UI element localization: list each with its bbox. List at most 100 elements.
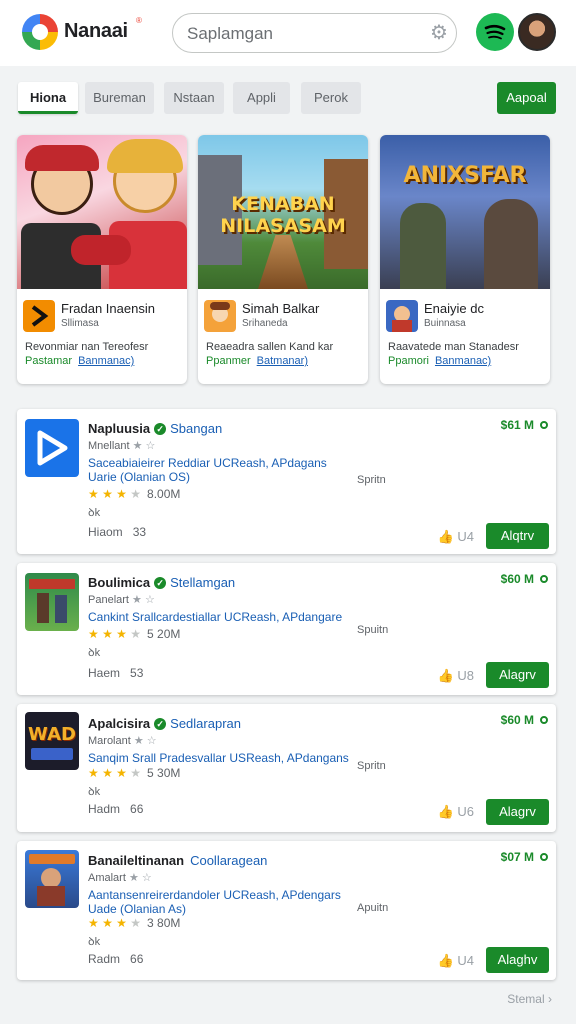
tab-bureman[interactable]: Bureman xyxy=(85,82,154,114)
verified-check-icon: ✓ xyxy=(154,577,167,589)
featured-image xyxy=(17,135,187,289)
price-status-icon xyxy=(540,716,548,724)
app-price: $61 M xyxy=(501,418,548,432)
likes[interactable]: 👍 U4 xyxy=(438,529,474,545)
tab-nstaan[interactable]: Nstaan xyxy=(164,82,224,114)
app-subtitle: Sbangan xyxy=(170,421,223,436)
app-subtitle: Stellamgan xyxy=(170,575,236,590)
app-name: Apalcisira xyxy=(88,716,151,731)
platform-label: Spuitn xyxy=(357,624,389,636)
app-developer: Amalart ★ ☆ xyxy=(88,871,152,884)
download-count: 5 20M xyxy=(147,627,181,641)
search-input[interactable] xyxy=(187,23,417,45)
meta-label: Haem xyxy=(88,666,121,680)
gear-icon[interactable]: ⚙ xyxy=(428,22,450,44)
app-list-item[interactable]: Napluusia ✓ Sbangan Mnellant ★ ☆ Saceabiai… xyxy=(17,409,556,554)
download-count: 3 80M xyxy=(147,916,181,930)
user-avatar[interactable] xyxy=(518,13,556,51)
search-bar[interactable]: ⚙ xyxy=(172,13,457,53)
app-list-item[interactable]: Boulimica ✓ Stellamgan Panelart ★ ☆ Cankin… xyxy=(17,563,556,695)
app-name: Napluusia xyxy=(88,421,151,436)
platform-label: Apuitn xyxy=(357,902,389,914)
featured-card[interactable]: Fradan Inaensin Sllimasa Revonmiar nan T… xyxy=(17,135,187,384)
meta-label: Radm xyxy=(88,952,121,966)
likes[interactable]: 👍 U6 xyxy=(438,804,474,820)
featured-card[interactable]: ANIXSFAR Enaiyie dc Buinnasa Raavatede m… xyxy=(380,135,550,384)
featured-price-label: Ppamori xyxy=(388,355,429,367)
likes[interactable]: 👍 U8 xyxy=(438,668,474,684)
description-line: Uarie (Olanian OS) xyxy=(88,470,191,484)
app-description: Cankint Srallcardestiallar UCReash, APda… xyxy=(88,610,342,624)
featured-link[interactable]: Banmanac) xyxy=(78,355,134,367)
app-name: Banaileltinanan xyxy=(88,853,185,868)
description-line: Saceabiaieirer Reddiar UCReash, APdagans xyxy=(88,456,327,470)
featured-image-title: ANIXSFAR xyxy=(403,163,527,188)
tab-perok[interactable]: Perok xyxy=(301,82,361,114)
app-title: Apalcisira ✓ Sedlarapran xyxy=(88,716,241,731)
featured-app-name: Simah Balkar xyxy=(242,301,320,316)
chevron-right-icon: › xyxy=(548,992,552,1006)
app-developer: Mnellant ★ ☆ xyxy=(88,439,155,452)
app-price: $07 M xyxy=(501,850,548,864)
featured-image: ANIXSFAR xyxy=(380,135,550,289)
developer-name: Marolant xyxy=(88,735,131,747)
description-line: Cankint Srallcardestiallar UCReash, APda… xyxy=(88,610,343,624)
featured-app-name: Enaiyie dc xyxy=(424,301,484,316)
app-logo-icon[interactable] xyxy=(22,14,58,50)
price-value: $60 M xyxy=(500,572,534,586)
verified-check-icon: ✓ xyxy=(154,718,167,730)
developer-name: Panelart xyxy=(88,594,129,606)
tab-appli[interactable]: Appli xyxy=(233,82,290,114)
age-rating: ꝺk xyxy=(88,647,101,659)
spotify-icon[interactable] xyxy=(476,13,514,51)
featured-app-name: Fradan Inaensin xyxy=(61,301,155,316)
install-button[interactable]: Alagrv xyxy=(486,662,549,688)
developer-name: Mnellant xyxy=(88,440,130,452)
featured-image-title: KENABAN NILASASAM xyxy=(220,193,346,237)
likes[interactable]: 👍 U4 xyxy=(438,953,474,969)
featured-link[interactable]: Batmanar) xyxy=(257,355,308,367)
featured-app-description: Revonmiar nan Tereofesr xyxy=(25,341,149,353)
app-price: $60 M xyxy=(501,572,548,586)
app-subtitle: Sedlarapran xyxy=(170,716,241,731)
app-description: Sanqim Srall Pradesvallar USReash, APdan… xyxy=(88,751,349,765)
age-rating: ꝺk xyxy=(88,936,101,948)
rating-star-icon: ★ ☆ xyxy=(132,440,156,452)
game-logo-icon: WAD xyxy=(25,712,79,770)
description-line: Sanqim Srall Pradesvallar USReash, APdan… xyxy=(88,751,349,765)
featured-link[interactable]: Banmanac) xyxy=(435,355,491,367)
platform-label: Spritn xyxy=(357,760,386,772)
install-button[interactable]: Alagrv xyxy=(486,799,549,825)
tab-hiona[interactable]: Hiona xyxy=(18,82,78,114)
install-button[interactable]: Alaghv xyxy=(486,947,549,973)
tab-action-button[interactable]: Aapoal xyxy=(497,82,556,114)
meta-label: Hadm xyxy=(88,802,121,816)
featured-app-price: Pastamar Banmanac) xyxy=(25,355,134,367)
thumbs-up-icon: 👍 xyxy=(437,804,454,819)
install-button[interactable]: Alqtrv xyxy=(486,523,549,549)
featured-app-developer: Buinnasa xyxy=(424,318,466,329)
likes-count: U4 xyxy=(457,529,474,544)
featured-image: KENABAN NILASASAM xyxy=(198,135,368,289)
app-developer: Panelart ★ ☆ xyxy=(88,593,155,606)
app-description: Saceabiaieirer Reddiar UCReash, APdagans… xyxy=(88,456,327,484)
rating-stars: ★ ★ ★ ★ 5 20M xyxy=(88,627,181,641)
app-meta: Radm 66 xyxy=(88,952,143,966)
app-meta: Hiaom 33 xyxy=(88,525,146,539)
thumbs-up-icon: 👍 xyxy=(437,953,454,968)
rating-stars: ★ ★ ★ ★ 8.00M xyxy=(88,487,181,501)
developer-name: Amalart xyxy=(88,872,126,884)
app-list-item[interactable]: Banaileltinanan Coollaragean Amalart ★ ☆ … xyxy=(17,841,556,980)
play-icon xyxy=(25,419,79,477)
play-icon xyxy=(23,300,55,332)
app-description: Aantansenreirerdandoler UCReash, APdenga… xyxy=(88,888,341,916)
likes-count: U6 xyxy=(457,804,474,819)
see-more-label: Stemal xyxy=(507,992,545,1006)
featured-app-description: Reaeadra sallen Kand kar xyxy=(206,341,334,353)
app-list-item[interactable]: WAD Apalcisira ✓ Sedlarapran Marolant ★ ☆ … xyxy=(17,704,556,832)
app-meta: Hadm 66 xyxy=(88,802,143,816)
category-tabs: Hiona Bureman Nstaan Appli Perok Aapoal xyxy=(0,70,576,126)
see-more-link[interactable]: Stemal › xyxy=(507,992,552,1006)
featured-card[interactable]: KENABAN NILASASAM Simah Balkar Srihaneda… xyxy=(198,135,368,384)
download-count: 5 30M xyxy=(147,766,181,780)
